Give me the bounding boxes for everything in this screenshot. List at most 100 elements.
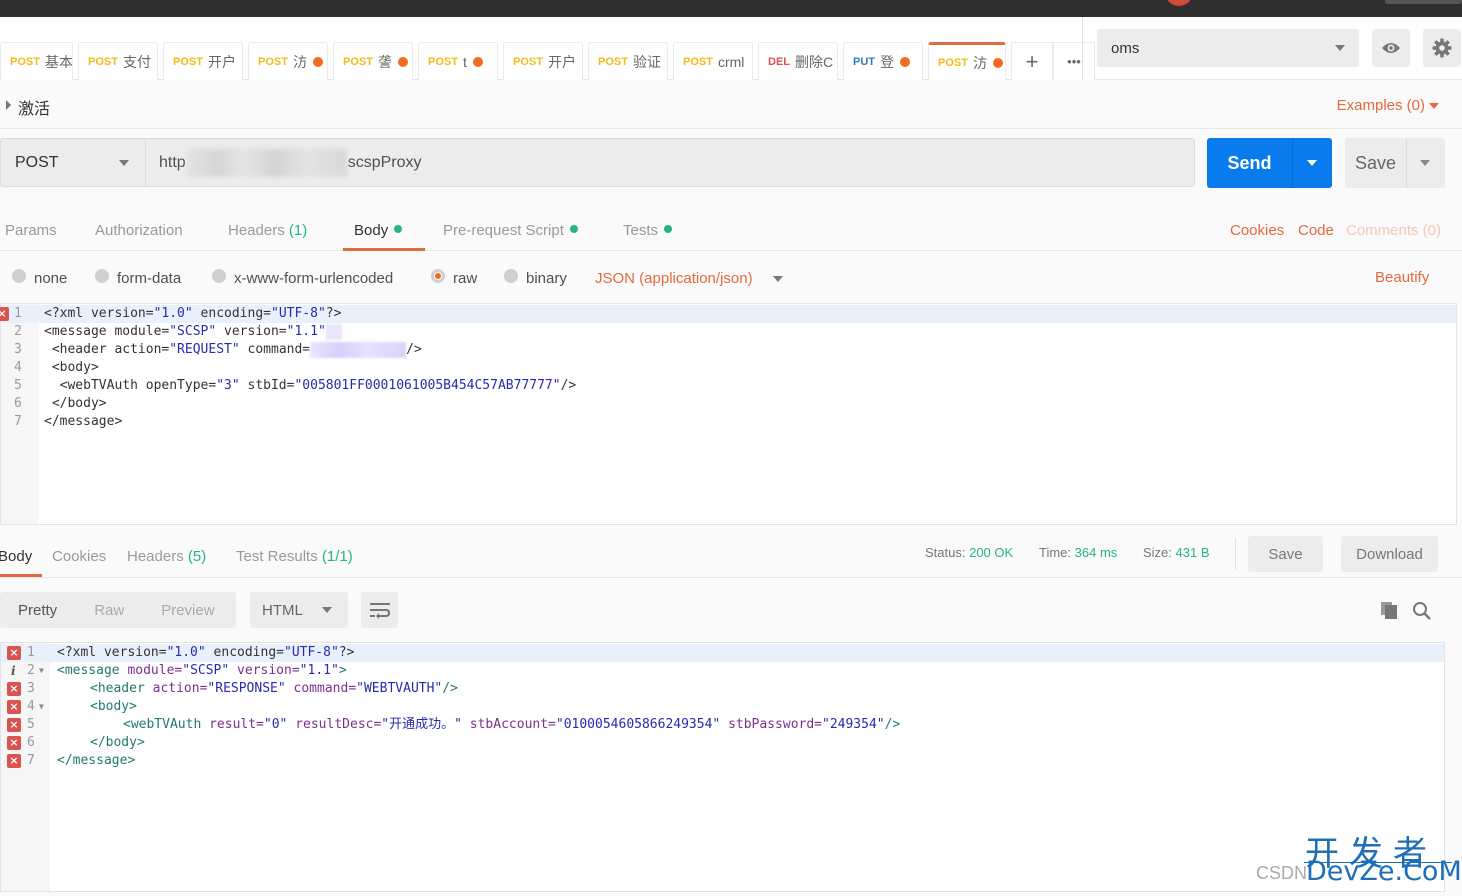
radio-binary-label: binary bbox=[526, 270, 567, 287]
request-subtabs: Params Authorization Headers (1) Body Pr… bbox=[0, 203, 1462, 251]
request-name[interactable]: 激活 bbox=[18, 95, 50, 119]
view-preview[interactable]: Preview bbox=[161, 602, 214, 619]
error-marker-icon[interactable]: × bbox=[7, 682, 21, 696]
error-marker-icon[interactable]: × bbox=[7, 646, 21, 660]
code-line: × 7 </message> bbox=[1, 752, 1444, 770]
save-response-button[interactable]: Save bbox=[1248, 536, 1323, 572]
view-raw[interactable]: Raw bbox=[94, 602, 124, 619]
code-line: × 5 <webTVAuth result="0" resultDesc="开通成功… bbox=[1, 716, 1444, 734]
save-options-chevron-icon[interactable] bbox=[1420, 160, 1430, 166]
chevron-down-icon[interactable] bbox=[773, 276, 783, 282]
title-bar-button[interactable] bbox=[1385, 0, 1462, 4]
code-token: stbId= bbox=[239, 378, 295, 393]
comments-link[interactable]: Comments (0) bbox=[1346, 222, 1441, 239]
code-line: i 2 ▼ <message module="SCSP" version="1.1"> bbox=[1, 662, 1444, 680]
code-token: "0" bbox=[263, 717, 288, 732]
more-tabs-button[interactable]: ••• bbox=[1053, 42, 1095, 80]
response-tab-headers[interactable]: Headers (5) bbox=[127, 548, 206, 565]
code-token: <?xml version= bbox=[57, 645, 167, 660]
radio-circle-icon bbox=[12, 268, 26, 283]
response-status: Status: 200 OK bbox=[925, 545, 1013, 560]
wrap-lines-button[interactable] bbox=[361, 592, 398, 628]
tab-name: crml bbox=[717, 53, 745, 70]
expand-caret-icon[interactable] bbox=[6, 100, 11, 110]
download-response-button[interactable]: Download bbox=[1341, 536, 1438, 572]
error-marker-icon[interactable]: × bbox=[7, 736, 21, 750]
copy-icon[interactable] bbox=[1380, 601, 1398, 624]
request-tab[interactable]: POST 开户 bbox=[163, 42, 243, 80]
info-marker-icon[interactable]: i bbox=[11, 662, 16, 680]
request-tab[interactable]: POST crml bbox=[673, 42, 753, 80]
response-tabs: Body Cookies Headers (5) Test Results (1… bbox=[0, 528, 1462, 578]
tab-authorization[interactable]: Authorization bbox=[95, 222, 183, 239]
fold-toggle-icon[interactable]: ▼ bbox=[39, 662, 44, 680]
code-link[interactable]: Code bbox=[1298, 222, 1334, 239]
url-redacted bbox=[186, 148, 347, 177]
request-tab[interactable]: POST 验证 bbox=[588, 42, 668, 80]
line-number: 7 bbox=[27, 753, 35, 768]
code-token: "开通成功。" bbox=[381, 717, 462, 732]
unsaved-dot-icon bbox=[472, 56, 483, 67]
error-marker-icon[interactable]: × bbox=[7, 718, 21, 732]
radio-form-data[interactable]: form-data bbox=[95, 268, 181, 287]
view-pretty[interactable]: Pretty bbox=[18, 602, 57, 619]
request-tab[interactable]: POST 汸 bbox=[928, 42, 1006, 80]
beautify-link[interactable]: Beautify bbox=[1375, 269, 1429, 286]
tab-name: 验证 bbox=[632, 53, 661, 70]
request-tab[interactable]: POST 詟 bbox=[333, 42, 413, 80]
tab-prerequest-script[interactable]: Pre-request Script bbox=[443, 222, 578, 239]
content-type-select[interactable]: JSON (application/json) bbox=[595, 270, 753, 287]
response-body-viewer[interactable]: × 1 <?xml version="1.0" encoding="UTF-8"?>… bbox=[0, 642, 1445, 892]
tab-name: t bbox=[462, 53, 467, 70]
radio-urlencoded[interactable]: x-www-form-urlencoded bbox=[212, 268, 393, 287]
tab-method: POST bbox=[513, 55, 543, 68]
request-tab[interactable]: POST 基本 bbox=[0, 42, 73, 80]
method-select[interactable]: POST bbox=[0, 138, 145, 187]
unsaved-dot-icon bbox=[992, 57, 1003, 68]
search-icon[interactable] bbox=[1412, 601, 1432, 626]
tab-headers[interactable]: Headers (1) bbox=[228, 222, 307, 239]
new-tab-button[interactable]: + bbox=[1011, 42, 1053, 80]
code-token: <webTVAuth openType= bbox=[44, 378, 217, 393]
headers-count: (1) bbox=[288, 222, 308, 239]
send-options-chevron-icon[interactable] bbox=[1307, 160, 1317, 166]
send-button[interactable]: Send bbox=[1207, 138, 1332, 188]
request-tab[interactable]: POST 支付 bbox=[78, 42, 158, 80]
cookies-link[interactable]: Cookies bbox=[1230, 222, 1284, 239]
tab-params[interactable]: Params bbox=[5, 222, 57, 239]
error-marker-icon[interactable]: × bbox=[7, 700, 21, 714]
tab-body[interactable]: Body bbox=[354, 222, 403, 239]
examples-dropdown[interactable]: Examples (0) bbox=[1337, 97, 1425, 114]
radio-raw[interactable]: raw bbox=[431, 268, 477, 287]
radio-none[interactable]: none bbox=[12, 268, 67, 287]
fold-toggle-icon[interactable]: ▼ bbox=[39, 698, 44, 716]
time-value: 364 ms bbox=[1074, 545, 1118, 560]
error-marker-icon[interactable]: × bbox=[0, 307, 9, 321]
environment-quick-look-button[interactable] bbox=[1372, 29, 1410, 67]
response-tab-test-results[interactable]: Test Results (1/1) bbox=[236, 548, 353, 565]
request-tab[interactable]: POST 汸 bbox=[248, 42, 328, 80]
line-number: 5 bbox=[27, 717, 35, 732]
response-format-select[interactable]: HTML bbox=[250, 592, 348, 628]
request-tab[interactable]: DEL 删除C bbox=[758, 42, 838, 80]
request-tab[interactable]: POST 开户 bbox=[503, 42, 583, 80]
error-marker-icon[interactable]: × bbox=[7, 754, 21, 768]
code-token: result= bbox=[209, 717, 264, 732]
watermark-csdn: CSDN bbox=[1256, 863, 1308, 883]
environment-select[interactable]: oms bbox=[1097, 29, 1359, 67]
save-button[interactable]: Save bbox=[1345, 138, 1445, 188]
settings-button[interactable] bbox=[1423, 29, 1461, 67]
request-body-editor[interactable]: × 1 <?xml version="1.0" encoding="UTF-8"?>… bbox=[0, 303, 1457, 525]
tab-tests[interactable]: Tests bbox=[623, 222, 673, 239]
response-tab-body[interactable]: Body bbox=[0, 548, 32, 565]
radio-circle-icon bbox=[212, 268, 226, 283]
request-tab[interactable]: POST t bbox=[418, 42, 498, 80]
code-text: <message module="SCSP" version="1.1"> bbox=[57, 662, 347, 680]
code-text: </body> bbox=[90, 734, 145, 752]
radio-binary[interactable]: binary bbox=[504, 268, 567, 287]
request-tab[interactable]: PUT 登 bbox=[843, 42, 923, 80]
url-input[interactable]: http scspProxy bbox=[145, 138, 1195, 187]
response-tab-cookies[interactable]: Cookies bbox=[52, 548, 106, 565]
chevron-down-icon[interactable] bbox=[1429, 103, 1439, 109]
code-token: "3" bbox=[216, 378, 240, 393]
